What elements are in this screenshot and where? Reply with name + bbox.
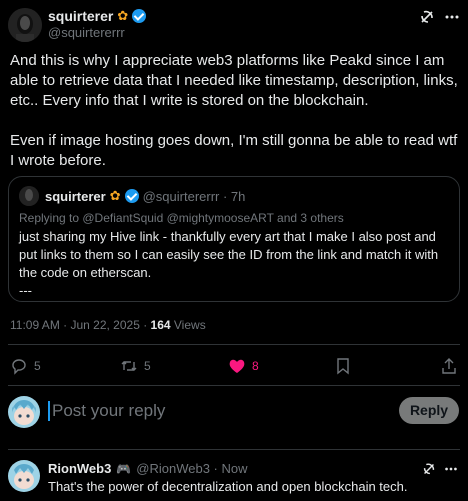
verified-icon xyxy=(132,9,147,23)
share-icon[interactable] xyxy=(440,357,458,375)
author-handle[interactable]: @squirtererrr xyxy=(48,25,125,40)
divider xyxy=(8,385,460,386)
quote-author-name: squirterer xyxy=(45,188,106,204)
user-avatar[interactable] xyxy=(8,396,40,428)
reply-icon xyxy=(12,359,26,375)
text-cursor xyxy=(48,401,50,421)
reply-author-avatar[interactable] xyxy=(8,460,40,492)
quote-author-handle: @squirtererrr · 7h xyxy=(142,188,246,204)
reply-button[interactable]: Reply xyxy=(399,397,459,424)
reply-count: 5 xyxy=(34,359,41,373)
quote-author-avatar xyxy=(19,186,39,206)
reply-more-icon[interactable] xyxy=(443,461,459,477)
quoted-post[interactable]: squirterer ✿ @squirtererrr · 7h Replying… xyxy=(8,176,460,302)
author-name[interactable]: squirterer xyxy=(48,8,113,24)
divider xyxy=(8,344,460,345)
more-icon[interactable] xyxy=(443,8,461,26)
reply-action[interactable]: 5 xyxy=(10,357,41,375)
post-text: And this is why I appreciate web3 platfo… xyxy=(10,52,458,169)
reply-input[interactable]: Post your reply xyxy=(52,401,382,421)
grok-icon[interactable] xyxy=(418,8,436,26)
verified-icon xyxy=(124,189,139,203)
reply-author-name[interactable]: RionWeb3 xyxy=(48,461,111,476)
author-avatar[interactable] xyxy=(8,8,42,42)
like-action[interactable]: 8 xyxy=(228,357,259,375)
reply-author-handle[interactable]: @RionWeb3 · Now xyxy=(136,461,247,476)
heart-icon xyxy=(229,359,245,373)
bookmark-icon[interactable] xyxy=(334,357,352,375)
divider xyxy=(8,449,460,450)
post-timestamp[interactable]: 11:09 AM · Jun 22, 2025 · 164 Views xyxy=(10,318,206,332)
flower-emoji-icon: ✿ xyxy=(117,8,129,23)
quote-replying-to: Replying to @DefiantSquid @mightymooseAR… xyxy=(19,211,344,225)
controller-emoji-icon: 🎮 xyxy=(116,461,132,476)
post-time[interactable]: 11:09 AM · Jun 22, 2025 · xyxy=(10,318,151,332)
quote-text: just sharing my Hive link - thankfully e… xyxy=(19,229,439,298)
reply-text: That's the power of decentralization and… xyxy=(48,479,408,494)
repost-action[interactable]: 5 xyxy=(120,357,151,375)
repost-count: 5 xyxy=(144,359,151,373)
like-count: 8 xyxy=(252,359,259,373)
flower-emoji-icon: ✿ xyxy=(109,188,121,203)
views-count: 164 xyxy=(150,318,171,332)
reply-grok-icon[interactable] xyxy=(421,461,437,477)
views-label: Views xyxy=(170,318,206,332)
repost-icon xyxy=(121,361,137,371)
